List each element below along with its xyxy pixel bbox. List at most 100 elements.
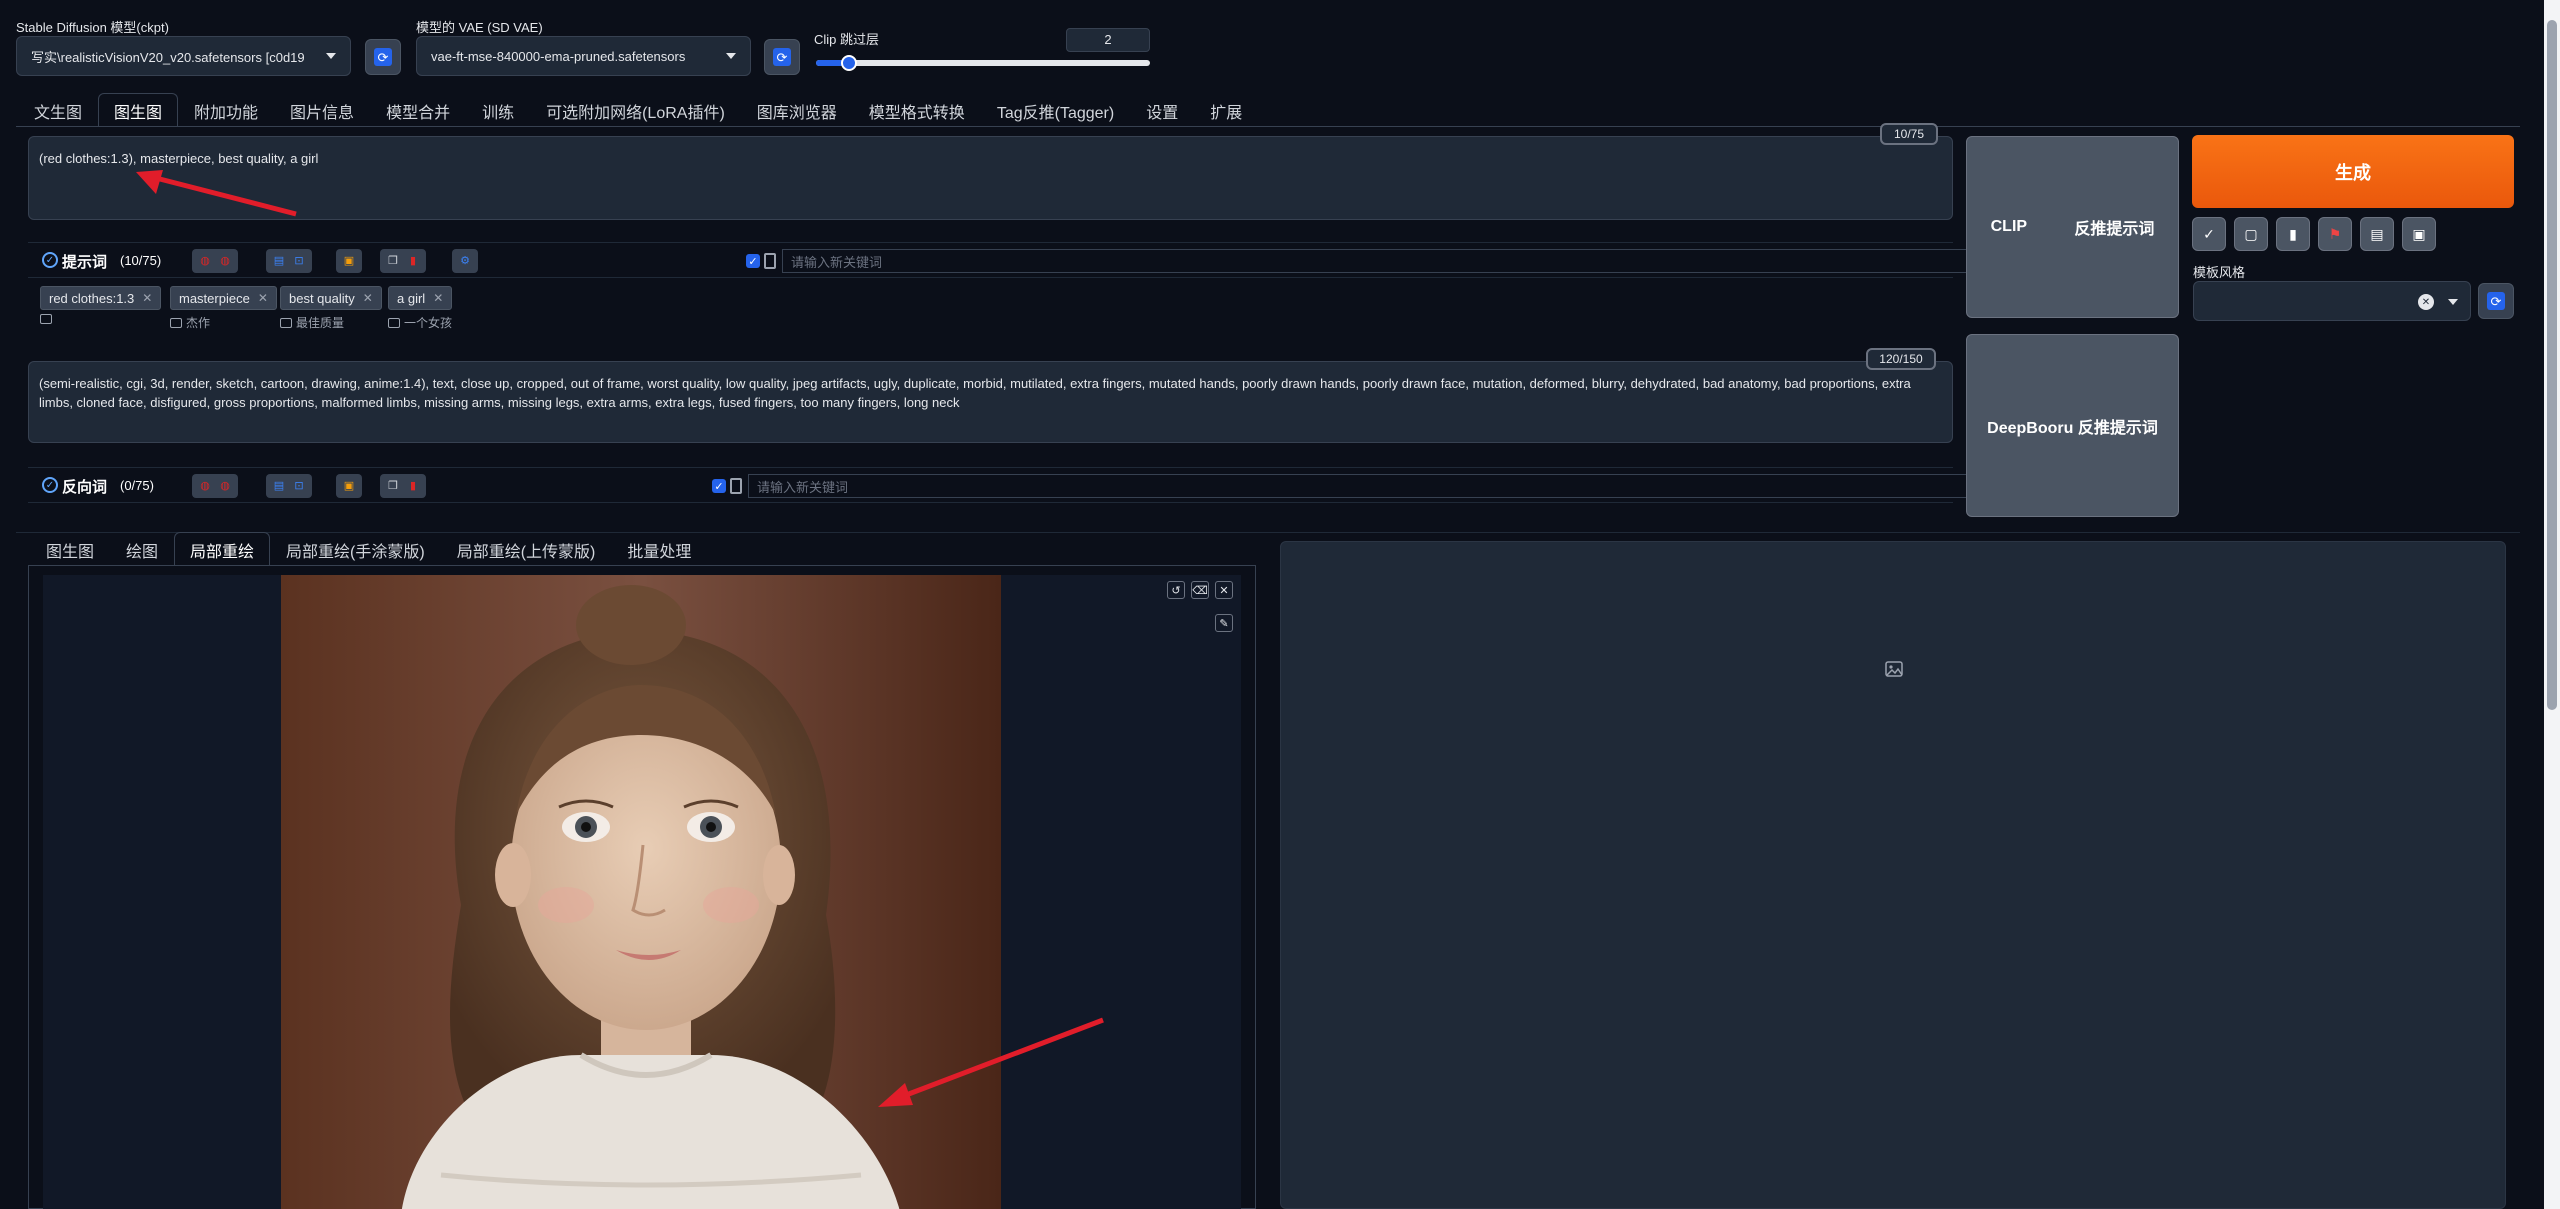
vae-label: 模型的 VAE (SD VAE) [416,20,543,35]
prompt-keyword-input[interactable]: 请输入新关键词 [782,249,1969,273]
close-icon[interactable]: ✕ [363,291,373,305]
tab-1[interactable]: 图生图 [98,93,179,127]
clear-icon[interactable]: ✕ [2418,294,2434,310]
tab-9[interactable]: Tag反推(Tagger) [981,93,1130,127]
chip-translation [40,314,161,324]
collapse-icon[interactable]: ✓ [42,477,58,493]
prompt-section-label: 提示词 [62,254,108,271]
square-icon[interactable]: ▢ [2234,217,2268,251]
tab-3[interactable]: 图片信息 [274,93,370,127]
tab-4[interactable]: 模型合并 [370,93,466,127]
tab-7[interactable]: 图库浏览器 [741,93,853,127]
subtab-1[interactable]: 绘图 [110,532,174,566]
keyword-toggle-icon[interactable] [730,478,742,494]
translate-icon[interactable] [40,314,52,324]
styles-dropdown[interactable]: ✕ [2193,281,2471,321]
refresh-styles-button[interactable]: ⟳ [2478,283,2514,319]
translate-icon[interactable]: ◍ [196,477,214,495]
tab-0[interactable]: 文生图 [18,93,98,127]
subtab-2[interactable]: 局部重绘 [174,532,271,566]
refresh-vae-button[interactable]: ⟳ [764,39,800,75]
ckpt-dropdown[interactable]: 写实\realisticVisionV20_v20.safetensors [c… [16,36,351,76]
prompt-chip[interactable]: masterpiece ✕ 杰作 [170,286,277,331]
generate-button[interactable]: 生成 [2192,135,2514,208]
img2img-subtabs: 图生图 绘图 局部重绘 局部重绘(手涂蒙版) 局部重绘(上传蒙版) 批量处理 [30,532,707,566]
gear-icon[interactable]: ⚙ [456,252,474,270]
refresh-icon: ⟳ [2487,292,2505,310]
prompt-chip[interactable]: red clothes:1.3 ✕ [40,286,162,324]
tab-5[interactable]: 训练 [466,93,530,127]
copy-group: ❐ ▮ [380,474,426,498]
copy-icon[interactable]: ❐ [384,252,402,270]
trash-icon[interactable]: ▮ [404,252,422,270]
clip-label: CLIP [1990,218,2028,235]
batch-icon[interactable]: ▣ [340,477,358,495]
tab-6[interactable]: 可选附加网络(LoRA插件) [530,93,741,127]
bookmark-icon[interactable]: ⊡ [290,477,308,495]
tab-8[interactable]: 模型格式转换 [853,93,981,127]
translate-icon[interactable] [280,317,292,328]
brush-icon[interactable]: ✎ [1215,614,1233,632]
keyword-checkbox[interactable]: ✓ [746,254,760,268]
translate-all-icon[interactable]: ◍ [216,477,234,495]
close-icon[interactable]: ✕ [258,291,268,305]
scrollbar-thumb[interactable] [2547,20,2557,710]
clipboard-icon[interactable]: ▤ [2360,217,2394,251]
subtab-0[interactable]: 图生图 [30,532,110,566]
tab-11[interactable]: 扩展 [1194,93,1258,127]
batch-icon[interactable]: ▣ [340,252,358,270]
prompt-section-count: (10/75) [120,253,162,268]
inpaint-canvas[interactable]: ↺ ⌫ ✕ ✎ [43,575,1241,1209]
close-icon[interactable]: ✕ [142,291,152,305]
copy-icon[interactable]: ❐ [384,477,402,495]
subtab-4[interactable]: 局部重绘(上传蒙版) [441,532,612,566]
translate-icon[interactable] [388,317,400,328]
clip-slider-thumb[interactable] [841,55,858,71]
chip-translation: 最佳质量 [280,314,382,331]
chip-body[interactable]: masterpiece ✕ [170,286,277,310]
translate-icon[interactable] [170,317,182,328]
red-flag-icon[interactable]: ⚑ [2318,217,2352,251]
prompt-textarea[interactable]: (red clothes:1.3), masterpiece, best qua… [28,136,1953,220]
vae-dropdown[interactable]: vae-ft-mse-840000-ema-pruned.safetensors [416,36,751,76]
trash-icon[interactable]: ▮ [2276,217,2310,251]
ckpt-label: Stable Diffusion 模型(ckpt) [16,20,169,35]
tool-buttons: ✓ ▢ ▮ ⚑ ▤ ▣ [2192,217,2436,251]
chip-body[interactable]: best quality ✕ [280,286,382,310]
translate-group: ◍ ◍ [192,474,238,498]
history-icon[interactable]: ▤ [270,477,288,495]
negative-textarea[interactable]: (semi-realistic, cgi, 3d, render, sketch… [28,361,1953,443]
pen-icon[interactable]: ✓ [2192,217,2226,251]
tab-10[interactable]: 设置 [1130,93,1194,127]
tab-2[interactable]: 附加功能 [178,93,274,127]
keyword-toggle-icon[interactable] [764,253,776,269]
clip-skip-slider[interactable] [816,55,1150,71]
keyword-checkbox[interactable]: ✓ [712,479,726,493]
bookmark-icon[interactable]: ⊡ [290,252,308,270]
chevron-down-icon [326,53,336,59]
refresh-ckpt-button[interactable]: ⟳ [365,39,401,75]
prompt-chip[interactable]: a girl ✕ 一个女孩 [388,286,453,331]
chip-body[interactable]: a girl ✕ [388,286,453,310]
chip-label: best quality [289,290,355,306]
trash-icon[interactable]: ▮ [404,477,422,495]
collapse-icon[interactable]: ✓ [42,252,58,268]
prompt-chip[interactable]: best quality ✕ 最佳质量 [280,286,382,331]
clip-interrogate-button[interactable]: CLIP 反推提示词 [1966,136,2179,318]
close-icon[interactable]: ✕ [1215,581,1233,599]
history-icon[interactable]: ▤ [270,252,288,270]
chip-body[interactable]: red clothes:1.3 ✕ [40,286,162,310]
clip-skip-number[interactable]: 2 [1066,28,1150,52]
subtab-5[interactable]: 批量处理 [611,532,707,566]
save-icon[interactable]: ▣ [2402,217,2436,251]
deepbooru-button[interactable]: DeepBooru 反推提示词 [1966,334,2179,517]
undo-icon[interactable]: ↺ [1167,581,1185,599]
translate-all-icon[interactable]: ◍ [216,252,234,270]
chevron-down-icon [2448,299,2458,305]
close-icon[interactable]: ✕ [433,291,443,305]
scrollbar-track[interactable] [2544,0,2560,1209]
eraser-icon[interactable]: ⌫ [1191,581,1209,599]
translate-icon[interactable]: ◍ [196,252,214,270]
subtab-3[interactable]: 局部重绘(手涂蒙版) [270,532,441,566]
negative-keyword-input[interactable]: 请输入新关键词 [748,474,1969,498]
